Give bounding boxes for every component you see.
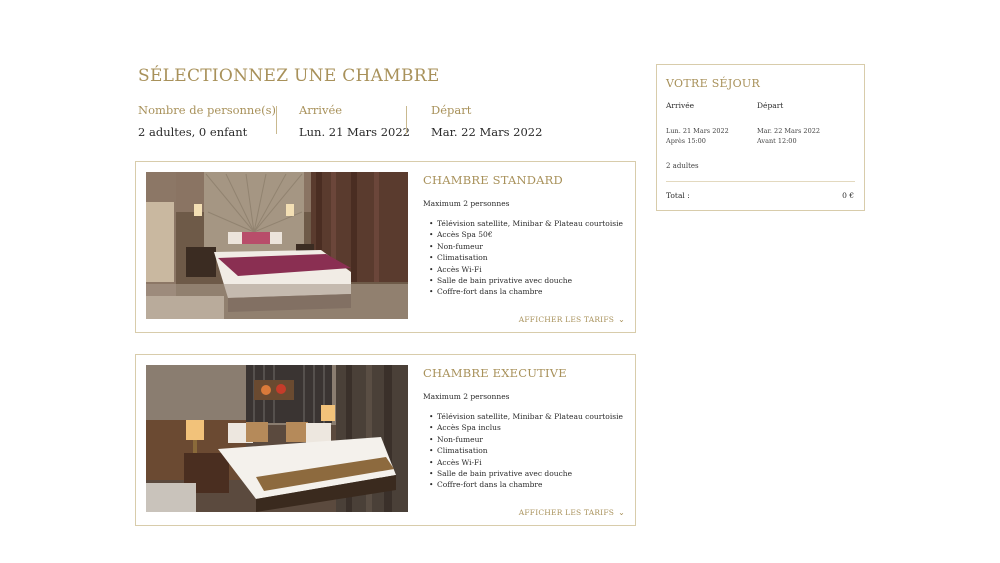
chevron-down-icon: ⌄ [618,315,625,324]
stay-divider [666,181,855,182]
amenities-list: Télévision satellite, Minibar & Plateau … [429,411,629,491]
amenity-item: Accès Spa 50€ [429,229,629,240]
persons-value: 2 adultes, 0 enfant [138,125,248,139]
room-info-standard: CHAMBRE STANDARD Maximum 2 personnes Tél… [423,173,629,298]
amenity-item: Non-fumeur [429,434,629,445]
stay-arrival: Arrivée Lun. 21 Mars 2022 Après 15:00 [666,101,756,145]
departure-value: Mar. 22 Mars 2022 [431,125,543,139]
amenity-item: Non-fumeur [429,241,629,252]
amenity-item: Salle de bain privative avec douche [429,468,629,479]
stay-departure-label: Départ [757,101,784,110]
room-card-executive: CHAMBRE EXECUTIVE Maximum 2 personnes Té… [135,354,636,526]
show-rates-label: AFFICHER LES TARIFS [518,314,615,324]
amenity-item: Accès Wi-Fi [429,457,629,468]
arrival-value: Lun. 21 Mars 2022 [299,125,411,139]
persons-summary[interactable]: Nombre de personne(s) 2 adultes, 0 enfan… [138,103,276,139]
room-capacity: Maximum 2 personnes [423,392,510,401]
chevron-down-icon: ⌄ [618,508,625,517]
total-label: Total : [666,191,690,200]
amenity-item: Climatisation [429,252,629,263]
room-card-standard: CHAMBRE STANDARD Maximum 2 personnes Tél… [135,161,636,333]
room-capacity: Maximum 2 personnes [423,199,510,208]
amenity-item: Climatisation [429,445,629,456]
amenity-item: Télévision satellite, Minibar & Plateau … [429,411,629,422]
departure-label: Départ [431,103,472,117]
stay-departure: Départ Mar. 22 Mars 2022 Avant 12:00 [757,101,847,145]
stay-summary-panel: VOTRE SÉJOUR Arrivée Lun. 21 Mars 2022 A… [656,64,865,211]
departure-summary[interactable]: Départ Mar. 22 Mars 2022 [431,103,542,139]
amenities-list: Télévision satellite, Minibar & Plateau … [429,218,629,298]
stay-departure-date: Mar. 22 Mars 2022 [757,127,820,135]
summary-divider [276,106,277,134]
amenity-item: Coffre-fort dans la chambre [429,286,629,297]
summary-divider [406,106,407,134]
arrival-label: Arrivée [299,103,343,117]
page-title: SÉLECTIONNEZ UNE CHAMBRE [138,66,440,86]
stay-guests: 2 adultes [666,162,699,170]
stay-title: VOTRE SÉJOUR [666,77,761,90]
amenity-item: Télévision satellite, Minibar & Plateau … [429,218,629,229]
amenity-item: Coffre-fort dans la chambre [429,479,629,490]
amenity-item: Accès Spa inclus [429,422,629,433]
stay-arrival-label: Arrivée [666,101,695,110]
total-value: 0 € [842,191,854,200]
show-rates-button[interactable]: AFFICHER LES TARIFS ⌄ [519,315,625,325]
room-info-executive: CHAMBRE EXECUTIVE Maximum 2 personnes Té… [423,366,629,491]
stay-arrival-time: Après 15:00 [666,137,706,145]
show-rates-button[interactable]: AFFICHER LES TARIFS ⌄ [519,508,625,518]
amenity-item: Salle de bain privative avec douche [429,275,629,286]
room-photo-standard [146,172,408,319]
arrival-summary[interactable]: Arrivée Lun. 21 Mars 2022 [299,103,410,139]
booking-summary: Nombre de personne(s) 2 adultes, 0 enfan… [138,103,542,139]
stay-departure-time: Avant 12:00 [757,137,797,145]
show-rates-label: AFFICHER LES TARIFS [518,507,615,517]
amenity-item: Accès Wi-Fi [429,264,629,275]
room-title: CHAMBRE STANDARD [423,173,563,187]
room-photo-executive [146,365,408,512]
persons-label: Nombre de personne(s) [138,103,277,117]
stay-arrival-date: Lun. 21 Mars 2022 [666,127,729,135]
room-title: CHAMBRE EXECUTIVE [423,366,567,380]
